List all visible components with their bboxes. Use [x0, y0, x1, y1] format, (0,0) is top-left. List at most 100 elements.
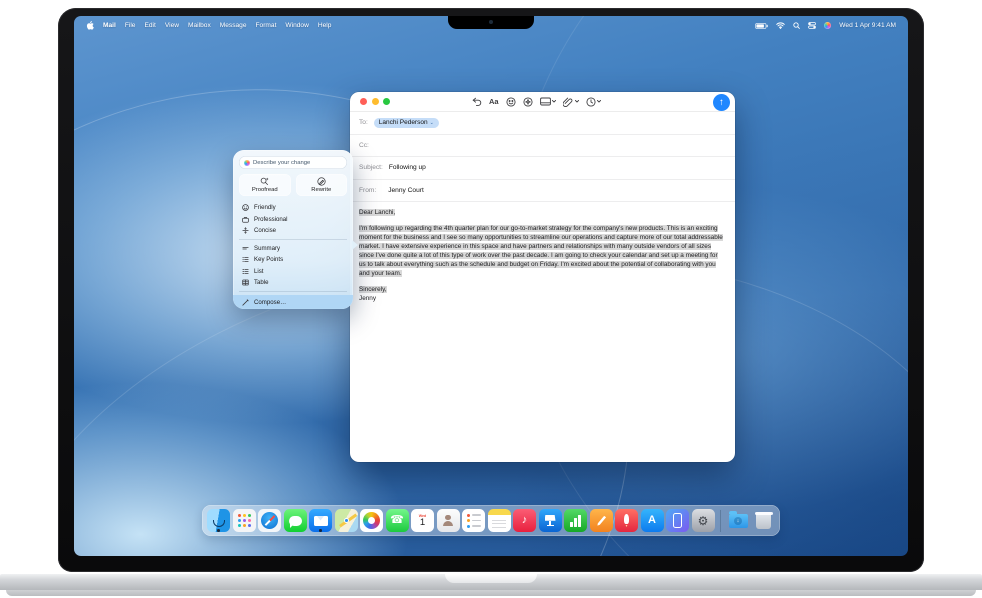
dock-messages-icon[interactable]	[284, 509, 307, 532]
chevron-down-icon	[552, 100, 556, 103]
subject-field[interactable]: Subject: Following up	[350, 157, 735, 180]
rewrite-label: Rewrite	[311, 187, 331, 193]
dock-rocket-icon[interactable]	[615, 509, 638, 532]
from-value: Jenny Court	[388, 187, 424, 194]
dock-contacts-icon[interactable]	[437, 509, 460, 532]
dock-trash-icon[interactable]	[752, 509, 775, 532]
writing-tools-item-compose[interactable]: Compose…	[233, 295, 353, 309]
undo-icon[interactable]	[472, 97, 482, 106]
summary-icon	[242, 245, 249, 252]
writing-tools-item-concise[interactable]: Concise	[239, 225, 347, 237]
dock-system-settings-icon[interactable]: ⚙	[692, 509, 715, 532]
wifi-icon[interactable]	[776, 22, 785, 29]
dock-finder-icon[interactable]	[207, 509, 230, 532]
dock-app-store-icon[interactable]: A	[641, 509, 664, 532]
close-button[interactable]	[360, 98, 367, 105]
send-button[interactable]: ↑	[713, 94, 730, 111]
describe-change-placeholder: Describe your change	[253, 160, 310, 166]
send-later-icon[interactable]	[586, 97, 602, 107]
proofread-button[interactable]: Proofread	[239, 174, 291, 196]
dock-downloads-icon[interactable]: ↓	[727, 509, 750, 532]
menu-separator	[239, 239, 347, 240]
photo-browser-icon[interactable]	[540, 97, 557, 106]
menu-item-file[interactable]: File	[125, 22, 136, 29]
pencil-circle-icon	[317, 177, 326, 186]
writing-tools-item-professional[interactable]: Professional	[239, 214, 347, 226]
menu-app-name[interactable]: Mail	[103, 22, 116, 29]
dock-music-icon[interactable]: ♪	[513, 509, 536, 532]
desktop: Mail File Edit View Mailbox Message Form…	[74, 16, 908, 556]
dock-mail-icon[interactable]	[309, 509, 332, 532]
minimize-button[interactable]	[372, 98, 379, 105]
selected-text: Dear Lanchi,	[359, 209, 395, 216]
writing-tools-item-key-points[interactable]: Key Points	[239, 254, 347, 266]
describe-change-input[interactable]: Describe your change	[239, 156, 347, 169]
writing-tools-item-friendly[interactable]: Friendly	[239, 202, 347, 214]
ai-compose-icon[interactable]	[523, 97, 533, 107]
dock-safari-icon[interactable]	[258, 509, 281, 532]
apple-intelligence-icon[interactable]	[824, 22, 831, 29]
writing-tools-item-list[interactable]: List	[239, 266, 347, 278]
menu-separator	[239, 291, 347, 292]
selected-text: Sincerely,	[359, 286, 387, 293]
recipient-token[interactable]: Lanchi Pederson ⌄	[374, 118, 439, 128]
menu-item-view[interactable]: View	[165, 22, 179, 29]
dock-maps-icon[interactable]	[335, 509, 358, 532]
dock-iphone-mirroring-icon[interactable]	[666, 509, 689, 532]
message-body[interactable]: Dear Lanchi, I'm following up regarding …	[350, 202, 735, 311]
menu-item-window[interactable]: Window	[285, 22, 308, 29]
dock-calendar-icon[interactable]: Wed1	[411, 509, 434, 532]
subject-label: Subject:	[359, 164, 383, 171]
dock: ☎ Wed1 ♪ A ⚙ ↓	[202, 505, 780, 536]
menu-item-message[interactable]: Message	[220, 22, 247, 29]
attach-icon[interactable]	[563, 97, 579, 107]
arrow-up-icon: ↑	[719, 97, 724, 108]
writing-tools-item-table[interactable]: Table	[239, 277, 347, 289]
dock-photos-icon[interactable]	[360, 509, 383, 532]
writing-tools-popup: Describe your change Proofread Rewrite F…	[233, 150, 353, 309]
from-label: From:	[359, 187, 376, 194]
list-icon	[242, 268, 249, 275]
writing-tools-item-summary[interactable]: Summary	[239, 243, 347, 255]
mail-compose-window: Aa	[350, 92, 735, 462]
dock-separator	[720, 510, 721, 532]
menu-item-format[interactable]: Format	[256, 22, 277, 29]
format-icon[interactable]: Aa	[489, 97, 499, 106]
emoji-icon[interactable]	[506, 97, 516, 107]
zoom-button[interactable]	[383, 98, 390, 105]
smiley-icon	[242, 204, 249, 211]
magnifier-sparkle-icon	[260, 177, 269, 186]
from-field[interactable]: From: Jenny Court	[350, 180, 735, 203]
chevron-down-icon: ⌄	[430, 120, 434, 126]
cc-field[interactable]: Cc:	[350, 135, 735, 158]
battery-icon[interactable]	[755, 23, 768, 29]
briefcase-icon	[242, 216, 249, 223]
menu-item-edit[interactable]: Edit	[144, 22, 155, 29]
dock-keynote-icon[interactable]	[539, 509, 562, 532]
macbook-base-edge	[6, 590, 976, 596]
proofread-label: Proofread	[252, 187, 278, 193]
selected-text: I'm following up regarding the 4th quart…	[359, 225, 723, 277]
macbook-lid-notch	[445, 574, 537, 583]
to-label: To:	[359, 119, 368, 126]
menu-clock[interactable]: Wed 1 Apr 9:41 AM	[839, 22, 896, 29]
dock-numbers-icon[interactable]	[564, 509, 587, 532]
apple-menu-icon[interactable]	[86, 21, 94, 30]
display-notch	[448, 16, 534, 29]
dock-phone-icon[interactable]: ☎	[386, 509, 409, 532]
dock-reminders-icon[interactable]	[462, 509, 485, 532]
menu-item-help[interactable]: Help	[318, 22, 332, 29]
table-icon	[242, 279, 249, 286]
camera-icon	[489, 20, 493, 24]
dock-launchpad-icon[interactable]	[233, 509, 256, 532]
to-field[interactable]: To: Lanchi Pederson ⌄	[350, 112, 735, 135]
search-icon[interactable]	[793, 22, 800, 29]
dock-notes-icon[interactable]	[488, 509, 511, 532]
menu-item-mailbox[interactable]: Mailbox	[188, 22, 211, 29]
rewrite-button[interactable]: Rewrite	[296, 174, 348, 196]
chevron-down-icon	[597, 100, 601, 103]
macbook-scene: Mail File Edit View Mailbox Message Form…	[0, 0, 982, 598]
compose-pencil-icon	[242, 299, 249, 306]
dock-pages-icon[interactable]	[590, 509, 613, 532]
control-center-icon[interactable]	[808, 22, 816, 29]
